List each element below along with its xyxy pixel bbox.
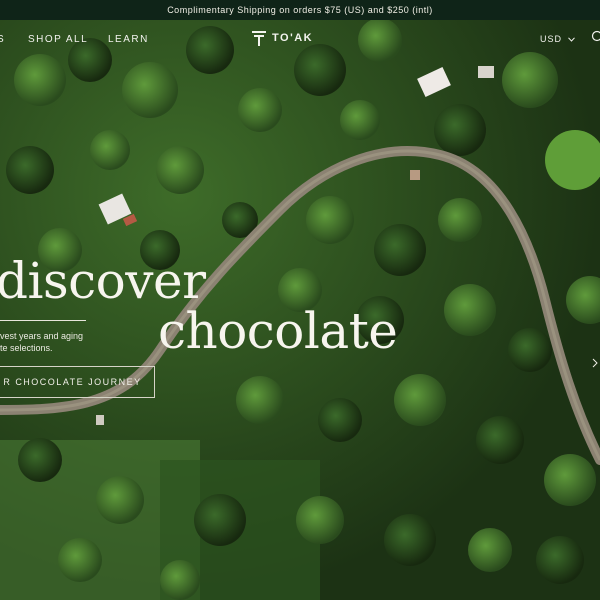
cta-label: R CHOCOLATE JOURNEY [3, 377, 142, 387]
chevron-down-icon [567, 37, 575, 42]
search-button[interactable] [591, 30, 600, 47]
hero-subtext-line2: te selections. [0, 343, 53, 353]
brand-name: TO'AK [272, 32, 314, 44]
search-icon [591, 30, 600, 42]
hut [410, 170, 420, 180]
announcement-bar: Complimentary Shipping on orders $75 (US… [0, 0, 600, 20]
currency-label: USD [540, 34, 563, 44]
hero-headline-line2: chocolate [158, 302, 398, 360]
slider-next-control[interactable] [592, 358, 598, 371]
hero-subtext: vest years and aging te selections. [0, 330, 83, 354]
chocolate-journey-button[interactable]: R CHOCOLATE JOURNEY [0, 366, 155, 398]
shed [96, 415, 104, 425]
toak-logo-icon [252, 31, 266, 46]
hero-divider [0, 320, 86, 321]
nav-item-learn[interactable]: LEARN [108, 34, 149, 45]
top-navigation: S SHOP ALL LEARN TO'AK USD [0, 20, 600, 58]
nav-item-partial[interactable]: S [0, 34, 5, 45]
chevron-right-icon [592, 358, 598, 368]
announcement-text: Complimentary Shipping on orders $75 (US… [167, 5, 433, 15]
currency-selector[interactable]: USD [540, 34, 575, 44]
hero-subtext-line1: vest years and aging [0, 331, 84, 341]
brand-logo[interactable]: TO'AK [252, 30, 313, 46]
nav-item-shop-all[interactable]: SHOP ALL [28, 34, 88, 45]
